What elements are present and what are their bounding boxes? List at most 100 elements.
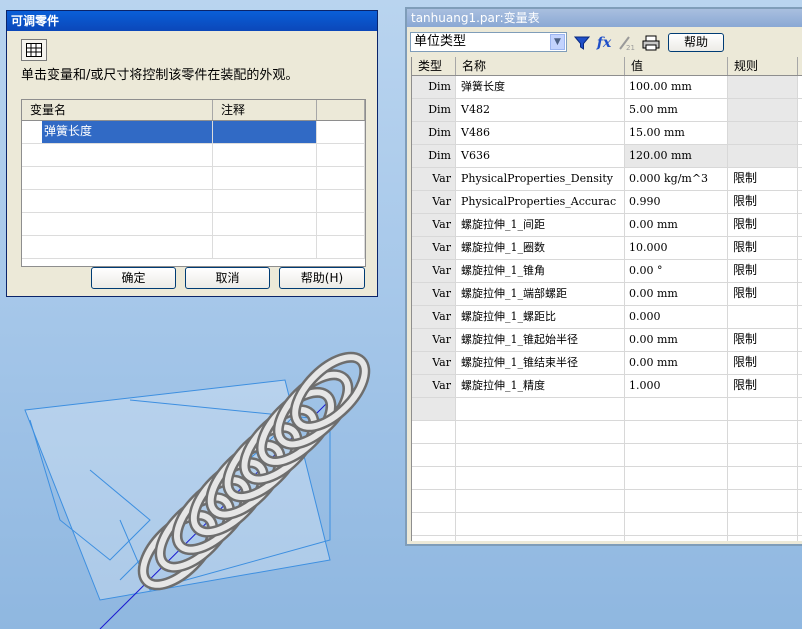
cell-name[interactable]: 螺旋拉伸_1_端部螺距 xyxy=(456,283,625,305)
cell-value[interactable]: 0.000 kg/m^3 xyxy=(625,168,728,190)
cell-name[interactable]: 螺旋拉伸_1_锥结束半径 xyxy=(456,352,625,374)
column-header-note[interactable]: 注释 xyxy=(213,100,317,120)
cell-type[interactable]: Dim xyxy=(412,122,456,144)
cell-value[interactable]: 1.000 xyxy=(625,375,728,397)
cell-value[interactable]: 0.00 mm xyxy=(625,283,728,305)
table-row[interactable]: Var 螺旋拉伸_1_锥起始半径 0.00 mm 限制 xyxy=(412,329,802,352)
table-row[interactable] xyxy=(412,398,802,421)
table-row[interactable]: Var 螺旋拉伸_1_螺距比 0.000 xyxy=(412,306,802,329)
grid-row[interactable] xyxy=(22,213,365,236)
cell-type[interactable]: Var xyxy=(412,168,456,190)
cell-name[interactable]: V486 xyxy=(456,122,625,144)
column-header-name[interactable]: 名称 xyxy=(456,57,625,75)
cell-value[interactable]: 0.00 mm xyxy=(625,214,728,236)
cell-value[interactable]: 5.00 mm xyxy=(625,99,728,121)
table-row[interactable] xyxy=(412,490,802,513)
cell-name[interactable]: 螺旋拉伸_1_锥角 xyxy=(456,260,625,282)
table-help-button[interactable]: 帮助 xyxy=(668,33,724,52)
cell-value[interactable]: 0.00 mm xyxy=(625,352,728,374)
cell-name[interactable]: 螺旋拉伸_1_锥起始半径 xyxy=(456,329,625,351)
table-row[interactable]: Var PhysicalProperties_Density 0.000 kg/m^… xyxy=(412,168,802,191)
variable-table-button[interactable] xyxy=(21,39,47,61)
cell-name[interactable]: PhysicalProperties_Accurac xyxy=(456,191,625,213)
grid-row[interactable] xyxy=(22,144,365,167)
cell-name[interactable]: 螺旋拉伸_1_间距 xyxy=(456,214,625,236)
cell-value[interactable]: 15.00 mm xyxy=(625,122,728,144)
cell-rule[interactable] xyxy=(728,122,798,144)
table-row[interactable]: Var 螺旋拉伸_1_精度 1.000 限制 xyxy=(412,375,802,398)
table-row[interactable]: Var 螺旋拉伸_1_间距 0.00 mm 限制 xyxy=(412,214,802,237)
cell-variable-name[interactable]: 弹簧长度 xyxy=(42,121,212,143)
cell-rule[interactable]: 限制 xyxy=(728,237,798,259)
print-button[interactable] xyxy=(640,33,662,53)
cell-name[interactable]: V636 xyxy=(456,145,625,167)
cell-value[interactable]: 0.990 xyxy=(625,191,728,213)
cell-rule[interactable]: 限制 xyxy=(728,375,798,397)
cell-type[interactable]: Var xyxy=(412,237,456,259)
cell-name[interactable]: V482 xyxy=(456,99,625,121)
cell-type[interactable]: Var xyxy=(412,191,456,213)
column-header-rule[interactable]: 规则 xyxy=(728,57,798,75)
cell-type[interactable]: Var xyxy=(412,214,456,236)
help-button[interactable]: 帮助(H) xyxy=(279,267,365,289)
table-row[interactable] xyxy=(412,421,802,444)
cell-type[interactable]: Var xyxy=(412,283,456,305)
cell-value[interactable]: 0.00 mm xyxy=(625,329,728,351)
grid-row[interactable] xyxy=(22,236,365,259)
cell-value[interactable]: 0.00 ° xyxy=(625,260,728,282)
filter-button[interactable] xyxy=(571,33,593,53)
table-row[interactable]: Var 螺旋拉伸_1_端部螺距 0.00 mm 限制 xyxy=(412,283,802,306)
cell-value[interactable]: 0.000 xyxy=(625,306,728,328)
table-row[interactable] xyxy=(412,444,802,467)
cell-value[interactable]: 10.000 xyxy=(625,237,728,259)
cell-rule[interactable] xyxy=(728,99,798,121)
grid-row[interactable] xyxy=(22,167,365,190)
table-row[interactable]: Dim V486 15.00 mm xyxy=(412,122,802,145)
cell-rule[interactable]: 限制 xyxy=(728,191,798,213)
cell-name[interactable]: 螺旋拉伸_1_圈数 xyxy=(456,237,625,259)
unit-type-filter[interactable]: 单位类型 ▼ xyxy=(410,32,567,52)
table-row[interactable] xyxy=(412,513,802,536)
cell-type[interactable]: Var xyxy=(412,260,456,282)
formula-button[interactable]: fx xyxy=(593,33,615,53)
cell-type[interactable]: Var xyxy=(412,375,456,397)
table-row[interactable] xyxy=(412,467,802,490)
grid-row[interactable] xyxy=(22,190,365,213)
cell-value[interactable]: 120.00 mm xyxy=(625,145,728,167)
cell-type[interactable]: Var xyxy=(412,329,456,351)
table-row[interactable]: Var 螺旋拉伸_1_圈数 10.000 限制 xyxy=(412,237,802,260)
cell-note[interactable] xyxy=(213,121,317,143)
column-header-value[interactable]: 值 xyxy=(625,57,728,75)
ok-button[interactable]: 确定 xyxy=(91,267,176,289)
cell-name[interactable]: 弹簧长度 xyxy=(456,76,625,98)
cell-name[interactable]: 螺旋拉伸_1_螺距比 xyxy=(456,306,625,328)
column-header-type[interactable]: 类型 xyxy=(412,57,456,75)
cell-rule[interactable]: 限制 xyxy=(728,168,798,190)
table-row[interactable]: Var 螺旋拉伸_1_锥结束半径 0.00 mm 限制 xyxy=(412,352,802,375)
grid-row[interactable]: 弹簧长度 xyxy=(22,121,365,144)
cell-rule[interactable]: 限制 xyxy=(728,260,798,282)
sort-button[interactable]: 21 xyxy=(615,33,637,53)
cell-name[interactable]: 螺旋拉伸_1_精度 xyxy=(456,375,625,397)
table-row[interactable]: Var PhysicalProperties_Accurac 0.990 限制 xyxy=(412,191,802,214)
chevron-down-icon[interactable]: ▼ xyxy=(550,34,565,50)
cell-rule[interactable] xyxy=(728,145,798,167)
cell-rule[interactable] xyxy=(728,76,798,98)
cell-rule[interactable]: 限制 xyxy=(728,214,798,236)
cell-rule[interactable]: 限制 xyxy=(728,329,798,351)
table-row[interactable]: Dim V636 120.00 mm xyxy=(412,145,802,168)
cell-rule[interactable]: 限制 xyxy=(728,352,798,374)
cell-type[interactable]: Var xyxy=(412,306,456,328)
cancel-button[interactable]: 取消 xyxy=(185,267,270,289)
cell-name[interactable]: PhysicalProperties_Density xyxy=(456,168,625,190)
table-row[interactable]: Dim 弹簧长度 100.00 mm xyxy=(412,76,802,99)
table-row[interactable]: Dim V482 5.00 mm xyxy=(412,99,802,122)
cell-rule[interactable]: 限制 xyxy=(728,283,798,305)
cell-type[interactable]: Dim xyxy=(412,76,456,98)
cell-type[interactable]: Dim xyxy=(412,145,456,167)
cell-rule[interactable] xyxy=(728,306,798,328)
cell-type[interactable]: Dim xyxy=(412,99,456,121)
table-row[interactable] xyxy=(412,536,802,541)
column-header-variable-name[interactable]: 变量名 xyxy=(22,100,213,120)
cell-value[interactable]: 100.00 mm xyxy=(625,76,728,98)
